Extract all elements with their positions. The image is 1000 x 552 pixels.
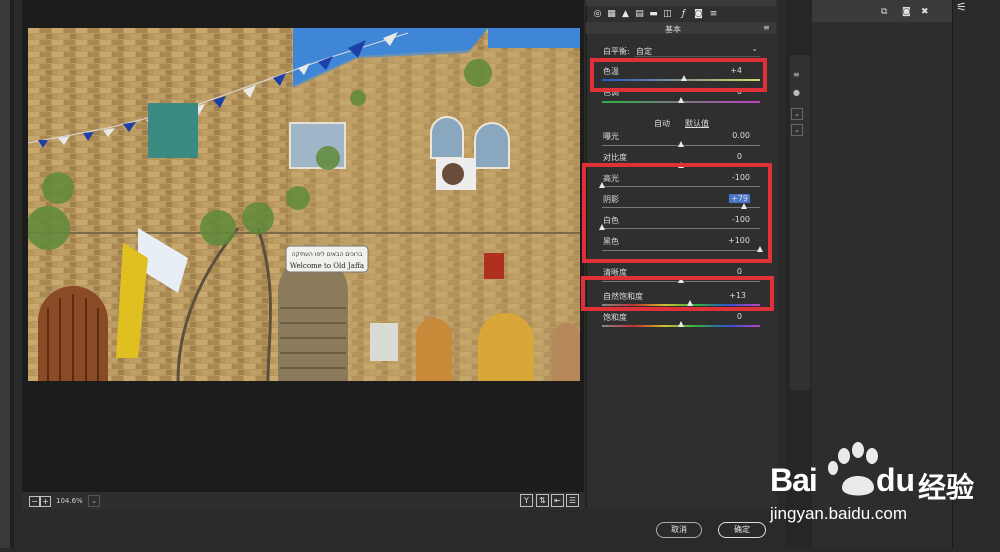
- cancel-button[interactable]: 取消: [656, 522, 702, 538]
- view-y-button[interactable]: Y: [520, 494, 533, 507]
- annotation-box-vibrance: [581, 276, 774, 311]
- copy-settings-icon[interactable]: ⇤: [551, 494, 564, 507]
- default-link[interactable]: 默认值: [685, 118, 709, 129]
- split-toning-icon[interactable]: ▬: [649, 10, 658, 19]
- sign-hebrew-text: ברוכים הבאים ליפו העתיקה: [292, 251, 363, 258]
- detail-icon[interactable]: ▲: [621, 10, 630, 19]
- white-balance-value: 自定: [636, 47, 652, 56]
- lens-corrections-icon[interactable]: ◫: [663, 10, 672, 19]
- annotation-box-temperature: [590, 58, 767, 92]
- fx-effects-icon[interactable]: ƒ: [679, 10, 688, 19]
- exposure-value[interactable]: 0.00: [710, 131, 750, 140]
- contrast-label: 对比度: [603, 153, 627, 162]
- photo-illustration: ברוכים הבאים ליפו העתיקה Welcome to Old …: [28, 28, 580, 381]
- baidu-watermark: Bai du 经验 jingyan.baidu.com: [770, 436, 1000, 548]
- annotation-box-tone: [582, 163, 772, 263]
- new-layer-icon[interactable]: ⧉: [881, 7, 887, 17]
- watermark-brand: Bai: [770, 462, 818, 498]
- camera-icon[interactable]: ◙: [902, 7, 911, 17]
- chevron-down-icon-1[interactable]: ⌄: [791, 108, 803, 120]
- contrast-value[interactable]: 0: [702, 152, 742, 161]
- hsl-icon[interactable]: ▤: [635, 10, 644, 19]
- panel-menu-icon[interactable]: ≡: [763, 23, 770, 32]
- sign-english-text: Welcome to Old Jaffa: [290, 262, 364, 270]
- sliders-settings-icon[interactable]: ⚟: [956, 0, 967, 14]
- preview-bottom-bar: [22, 492, 584, 510]
- auto-link[interactable]: 自动: [654, 118, 670, 129]
- zoom-dropdown-icon[interactable]: ⌄: [88, 495, 100, 507]
- panel-header-strip: [586, 0, 776, 6]
- saturation-label: 饱和度: [603, 313, 627, 322]
- white-balance-label: 白平衡:: [603, 47, 630, 56]
- saturation-thumb[interactable]: [678, 321, 684, 327]
- white-balance-select[interactable]: 自定 ⌄: [635, 44, 760, 57]
- zoom-in-button[interactable]: +: [40, 496, 51, 507]
- tint-thumb[interactable]: [678, 97, 684, 103]
- basic-tool-icon[interactable]: ◎: [593, 10, 602, 19]
- background-panel-column: [790, 55, 810, 390]
- section-title: 基本: [665, 25, 681, 34]
- swap-view-icon[interactable]: ⇅: [536, 494, 549, 507]
- left-window-edge: [0, 0, 10, 548]
- chevron-down-icon-2[interactable]: ⌄: [791, 124, 803, 136]
- watermark-url: jingyan.baidu.com: [770, 504, 908, 523]
- saturation-value[interactable]: 0: [702, 312, 742, 321]
- clarity-value[interactable]: 0: [702, 267, 742, 276]
- zoom-level-text[interactable]: 104.6%: [56, 497, 83, 505]
- presets-icon[interactable]: ≡: [709, 10, 718, 19]
- left-divider: [10, 0, 14, 548]
- dot-icon: ●: [793, 88, 800, 97]
- preview-settings-icon[interactable]: ☰: [566, 494, 579, 507]
- exposure-thumb[interactable]: [678, 141, 684, 147]
- trash-icon[interactable]: ✖: [921, 7, 929, 17]
- ok-button[interactable]: 确定: [718, 522, 766, 538]
- camera-calibration-icon[interactable]: ◙: [694, 10, 703, 19]
- preview-photo: ברוכים הבאים ליפו העתיקה Welcome to Old …: [28, 28, 580, 381]
- tone-curve-icon[interactable]: ▦: [607, 10, 616, 19]
- section-header: [586, 22, 776, 34]
- watermark-brand-du: du: [876, 462, 916, 498]
- chevron-down-icon: ⌄: [751, 44, 758, 53]
- panel-menu-icon-2[interactable]: ≡: [793, 70, 800, 79]
- zoom-out-button[interactable]: −: [29, 496, 40, 507]
- exposure-label: 曝光: [603, 132, 619, 141]
- watermark-cn: 经验: [918, 471, 975, 504]
